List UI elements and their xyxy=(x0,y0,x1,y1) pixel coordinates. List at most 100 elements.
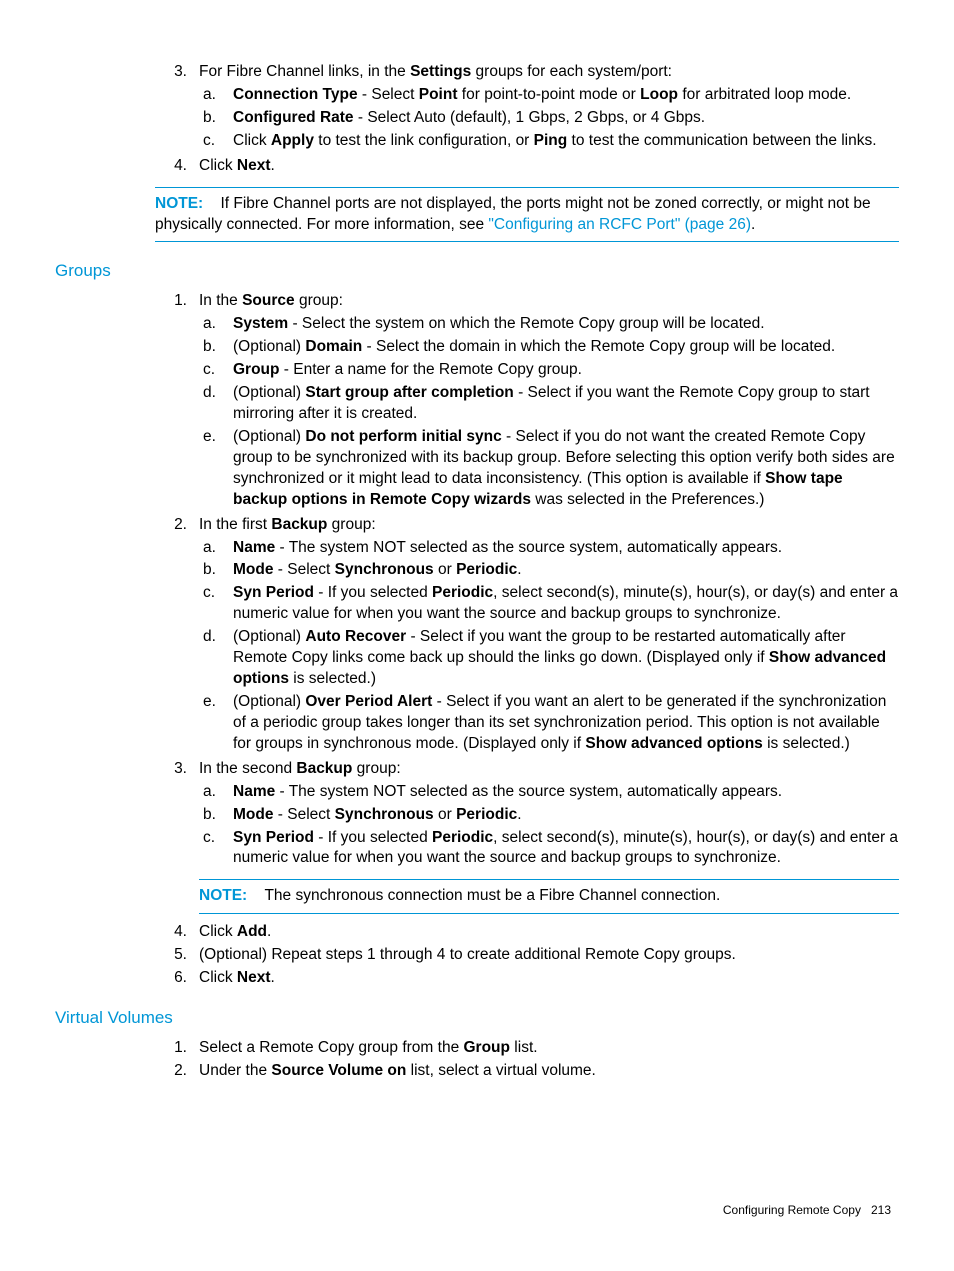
page-footer: Configuring Remote Copy 213 xyxy=(55,1202,899,1218)
sub-marker: d. xyxy=(199,627,233,690)
step-num: 6. xyxy=(155,968,199,989)
text: For Fibre Channel links, in the xyxy=(199,63,410,80)
sub-marker: b. xyxy=(199,337,233,358)
bold: Mode xyxy=(233,561,273,578)
link-rcfc-port[interactable]: "Configuring an RCFC Port" (page 26) xyxy=(488,216,751,233)
bold: Configured Rate xyxy=(233,109,354,126)
bold: Name xyxy=(233,539,275,556)
bold: Do not perform initial sync xyxy=(305,428,501,445)
sub-marker: a. xyxy=(199,782,233,803)
text: to test the communication between the li… xyxy=(567,132,876,149)
text: . xyxy=(267,923,271,940)
bold: Next xyxy=(237,157,271,174)
groups-step-2: 2. In the first Backup group: a.Name - T… xyxy=(155,515,899,757)
groups-step-4: 4. Click Add. xyxy=(155,922,899,943)
sub-marker: d. xyxy=(199,383,233,425)
bold: Loop xyxy=(640,86,678,103)
text: - Select Auto (default), 1 Gbps, 2 Gbps,… xyxy=(354,109,706,126)
text: group: xyxy=(295,292,343,309)
text: is selected.) xyxy=(763,735,850,752)
text: (Optional) xyxy=(233,338,305,355)
sub-marker: a. xyxy=(199,538,233,559)
step-num: 5. xyxy=(155,945,199,966)
groups-step-5: 5. (Optional) Repeat steps 1 through 4 t… xyxy=(155,945,899,966)
bold: Next xyxy=(237,969,271,986)
text: - Select the system on which the Remote … xyxy=(288,315,764,332)
vv-step-2: 2. Under the Source Volume on list, sele… xyxy=(155,1061,899,1082)
text: - Select xyxy=(273,806,334,823)
text: (Optional) xyxy=(233,693,305,710)
bold: Connection Type xyxy=(233,86,358,103)
bold: Ping xyxy=(534,132,568,149)
sub-marker: a. xyxy=(199,85,233,106)
text: - Select the domain in which the Remote … xyxy=(362,338,835,355)
bold: Source xyxy=(242,292,295,309)
text: (Optional) Repeat steps 1 through 4 to c… xyxy=(199,946,736,963)
footer-page: 213 xyxy=(871,1203,891,1217)
text: - Select xyxy=(358,86,419,103)
bold: Name xyxy=(233,783,275,800)
sub-a: a. Connection Type - Select Point for po… xyxy=(199,85,899,106)
step-num: 1. xyxy=(155,291,199,512)
bold: Group xyxy=(464,1039,511,1056)
text: In the second xyxy=(199,760,296,777)
step-num: 4. xyxy=(155,922,199,943)
bold: Mode xyxy=(233,806,273,823)
text: is selected.) xyxy=(289,670,376,687)
text: Click xyxy=(199,923,237,940)
vv-step-1: 1. Select a Remote Copy group from the G… xyxy=(155,1038,899,1059)
note-label: NOTE: xyxy=(155,195,203,212)
heading-virtual-volumes: Virtual Volumes xyxy=(55,1007,899,1030)
text: Select a Remote Copy group from the xyxy=(199,1039,464,1056)
sub-marker: b. xyxy=(199,108,233,129)
groups-step-1: 1. In the Source group: a.System - Selec… xyxy=(155,291,899,512)
bold: Domain xyxy=(305,338,362,355)
text: . xyxy=(751,216,755,233)
text: . xyxy=(271,157,275,174)
bold: Syn Period xyxy=(233,829,314,846)
text: list. xyxy=(510,1039,538,1056)
sub-marker: c. xyxy=(199,828,233,870)
step-num: 4. xyxy=(155,156,199,177)
text: In the first xyxy=(199,516,271,533)
bold: Point xyxy=(419,86,458,103)
note-label: NOTE: xyxy=(199,887,247,904)
note-synchronous: NOTE: The synchronous connection must be… xyxy=(199,879,899,914)
bold: Synchronous xyxy=(335,561,434,578)
bold: Periodic xyxy=(456,806,517,823)
text: - If you selected xyxy=(314,829,432,846)
text: was selected in the Preferences.) xyxy=(531,491,764,508)
sub-marker: a. xyxy=(199,314,233,335)
text: . xyxy=(517,561,521,578)
text: . xyxy=(517,806,521,823)
text: . xyxy=(271,969,275,986)
step-num: 1. xyxy=(155,1038,199,1059)
sub-marker: e. xyxy=(199,692,233,755)
sub-marker: c. xyxy=(199,583,233,625)
text: or xyxy=(434,806,456,823)
sub-c: c. Click Apply to test the link configur… xyxy=(199,131,899,152)
text: - If you selected xyxy=(314,584,432,601)
bold: Periodic xyxy=(432,584,493,601)
text: - Enter a name for the Remote Copy group… xyxy=(280,361,582,378)
text: (Optional) xyxy=(233,628,305,645)
text: - The system NOT selected as the source … xyxy=(275,783,782,800)
sub-b: b. Configured Rate - Select Auto (defaul… xyxy=(199,108,899,129)
bold: Syn Period xyxy=(233,584,314,601)
bold: Periodic xyxy=(432,829,493,846)
text: group: xyxy=(327,516,375,533)
sub-marker: c. xyxy=(199,131,233,152)
bold: Over Period Alert xyxy=(305,693,432,710)
text: Click xyxy=(199,157,237,174)
step-3: 3. For Fibre Channel links, in the Setti… xyxy=(155,62,899,154)
text: for point-to-point mode or xyxy=(458,86,641,103)
step-num: 3. xyxy=(155,62,199,154)
groups-step-6: 6. Click Next. xyxy=(155,968,899,989)
text: to test the link configuration, or xyxy=(314,132,534,149)
text: - The system NOT selected as the source … xyxy=(275,539,782,556)
bold: Synchronous xyxy=(335,806,434,823)
text: Click xyxy=(233,132,271,149)
groups-step-3: 3. In the second Backup group: a.Name - … xyxy=(155,759,899,921)
text: (Optional) xyxy=(233,384,305,401)
footer-title: Configuring Remote Copy xyxy=(723,1203,861,1217)
